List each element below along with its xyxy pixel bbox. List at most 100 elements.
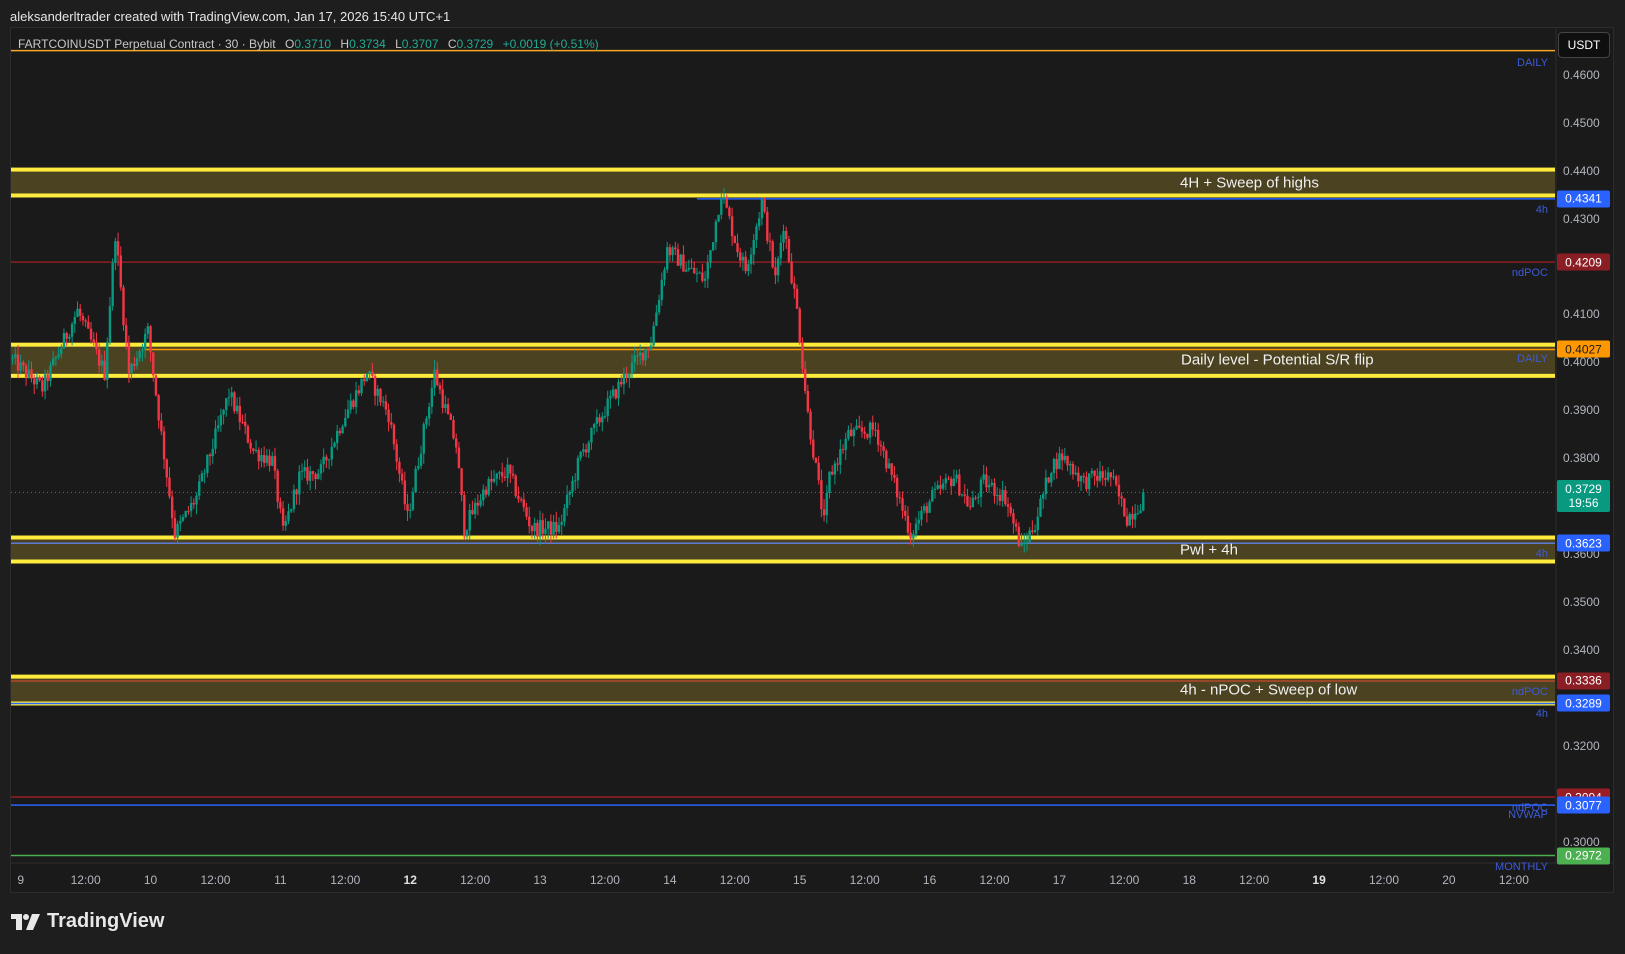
- candle-body: [863, 431, 866, 434]
- candle-body: [982, 474, 985, 480]
- level-tag: MONTHLY: [1495, 860, 1548, 873]
- candle-body: [284, 521, 287, 526]
- candle-body: [62, 333, 66, 349]
- candle-body: [701, 272, 704, 281]
- time-tick: 16: [922, 873, 937, 887]
- candle-body: [473, 502, 477, 515]
- candle-body: [419, 453, 423, 466]
- candle-body: [14, 354, 17, 358]
- zone-label: 4h - nPOC + Sweep of low: [1180, 681, 1358, 699]
- change-value: +0.0019 (+0.51%): [502, 37, 599, 51]
- candle-body: [268, 455, 271, 466]
- candle-body: [866, 433, 869, 438]
- candle-body: [603, 416, 607, 418]
- candle-body: [592, 424, 596, 428]
- candle-body: [363, 378, 366, 382]
- candle-body: [952, 478, 956, 487]
- candle-body: [406, 504, 409, 511]
- candle-body: [565, 494, 569, 509]
- candle-body: [165, 459, 168, 478]
- candle-body: [933, 488, 937, 490]
- tradingview-logo[interactable]: TradingView: [11, 910, 164, 933]
- candle-body: [955, 474, 958, 479]
- candle-body: [265, 455, 269, 463]
- candle-body: [281, 508, 285, 526]
- time-tick: 10: [143, 873, 158, 887]
- candle-body: [717, 214, 720, 222]
- candle-body: [449, 414, 452, 420]
- price-tick: 0.3500: [1563, 595, 1600, 610]
- candle-body: [1077, 472, 1080, 482]
- candle-body: [579, 451, 582, 459]
- candle-body: [928, 501, 931, 513]
- candle-body: [427, 406, 431, 419]
- candle-body: [779, 242, 783, 259]
- price-tick: 0.4500: [1563, 115, 1600, 130]
- candle-body: [747, 264, 750, 272]
- candle-body: [990, 482, 993, 486]
- price-tick: 0.4600: [1563, 67, 1600, 82]
- candle-body: [690, 267, 693, 269]
- candle-body: [1066, 455, 1069, 466]
- time-tick: 13: [533, 873, 547, 887]
- price-badge: 0.3289: [1557, 694, 1610, 712]
- candle-body: [1069, 464, 1072, 466]
- candle-body: [1123, 498, 1126, 517]
- candle-body: [668, 247, 672, 256]
- candle-body: [958, 474, 961, 496]
- candle-body: [763, 199, 766, 212]
- candle-body: [319, 464, 323, 474]
- candle-body: [887, 463, 891, 469]
- currency-button[interactable]: USDT: [1558, 32, 1610, 58]
- candle-body: [1017, 526, 1021, 546]
- candle-body: [189, 502, 193, 511]
- candle-body: [24, 365, 28, 378]
- zone-top-border: [11, 535, 1555, 540]
- candle-body: [893, 474, 896, 478]
- candle-body: [70, 323, 74, 337]
- candle-body: [43, 374, 47, 392]
- candle-body: [246, 426, 250, 443]
- candle-body: [41, 380, 44, 392]
- candle-body: [776, 258, 780, 276]
- candle-body: [636, 355, 639, 357]
- candle-body: [241, 421, 244, 423]
- candle-body: [960, 494, 964, 496]
- candle-body: [525, 507, 528, 517]
- time-tick: 12:00: [1498, 873, 1529, 887]
- candle-body: [1106, 472, 1110, 480]
- candle-body: [506, 464, 509, 478]
- time-tick: 19: [1312, 873, 1326, 887]
- level-tag: 4h: [1535, 708, 1548, 721]
- candle-body: [482, 489, 485, 501]
- candle-body: [614, 389, 617, 399]
- open-value: 0.3710: [294, 37, 332, 51]
- candle-body: [944, 478, 948, 484]
- candle-body: [557, 524, 561, 532]
- candle-body: [1101, 471, 1104, 478]
- candle-body: [774, 267, 777, 276]
- candle-body: [235, 405, 239, 412]
- candle-body: [1041, 494, 1045, 499]
- candle-body: [33, 378, 36, 385]
- candle-body: [1039, 498, 1042, 517]
- candle-body: [1085, 476, 1088, 490]
- candle-body: [97, 349, 101, 366]
- candle-body: [768, 240, 772, 242]
- candle-body: [766, 211, 769, 241]
- level-tag: 4h: [1535, 548, 1548, 561]
- symbol-title[interactable]: FARTCOINUSDT Perpetual Contract · 30 · B…: [18, 37, 276, 51]
- candle-body: [498, 472, 501, 474]
- candle-body: [22, 362, 25, 366]
- candle-body: [124, 325, 128, 343]
- price-tick: 0.3400: [1563, 643, 1600, 658]
- candle-body: [741, 256, 745, 261]
- tradingview-logo-icon: [11, 913, 40, 930]
- time-tick: 17: [1052, 873, 1067, 887]
- candle-body: [455, 438, 458, 448]
- time-tick: 12:00: [200, 873, 231, 887]
- candle-body: [871, 422, 874, 430]
- price-chart[interactable]: [0, 0, 1625, 954]
- candle-body: [276, 470, 279, 502]
- candle-body: [739, 252, 742, 261]
